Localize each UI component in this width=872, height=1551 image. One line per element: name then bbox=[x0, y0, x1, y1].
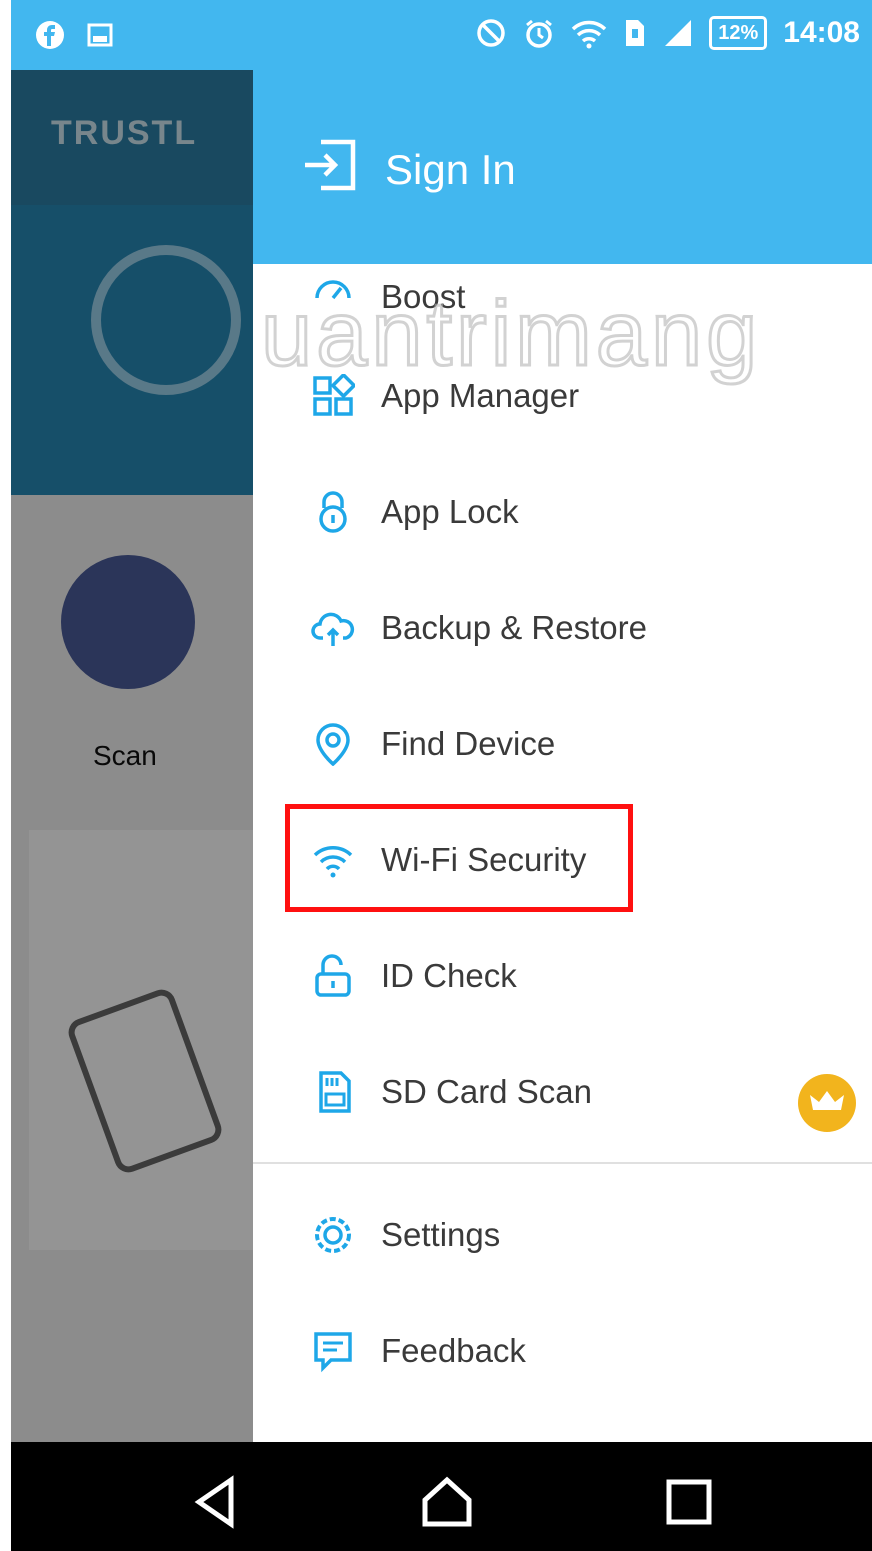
do-not-disturb-icon bbox=[477, 19, 505, 47]
menu-item-label: Find Device bbox=[381, 725, 556, 762]
menu-item-label: SD Card Scan bbox=[381, 1073, 592, 1110]
clock: 14:08 bbox=[783, 16, 860, 49]
alarm-icon bbox=[526, 19, 553, 48]
wifi-status-icon bbox=[572, 20, 607, 49]
menu-item-backup-restore[interactable]: Backup & Restore bbox=[253, 570, 872, 686]
battery-indicator: 12% bbox=[709, 16, 768, 50]
message-icon bbox=[314, 1332, 352, 1373]
menu-item-id-check[interactable]: ID Check bbox=[253, 918, 872, 1034]
sign-in-icon bbox=[305, 139, 356, 191]
watermark: uantrimang bbox=[259, 282, 762, 387]
sign-in-label: Sign In bbox=[385, 146, 516, 193]
menu-item-label: Backup & Restore bbox=[381, 609, 647, 646]
home-icon[interactable] bbox=[417, 1472, 477, 1532]
menu-divider bbox=[253, 1162, 872, 1164]
navigation-drawer: Sign In Boost App Manager App Lock Backu… bbox=[253, 70, 872, 1442]
menu-item-settings[interactable]: Settings bbox=[253, 1177, 872, 1293]
menu-item-label: ID Check bbox=[381, 957, 517, 994]
gear-icon bbox=[315, 1217, 351, 1253]
crown-icon bbox=[798, 1073, 856, 1132]
drawer-scrim[interactable] bbox=[11, 70, 253, 1442]
menu-item-label: Feedback bbox=[381, 1332, 526, 1369]
menu-item-app-lock[interactable]: App Lock bbox=[253, 454, 872, 570]
navigation-bar bbox=[11, 1442, 872, 1551]
drawer-header[interactable]: Sign In bbox=[253, 70, 872, 264]
image-icon bbox=[87, 23, 113, 47]
menu-item-label: App Lock bbox=[381, 493, 519, 530]
menu-item-find-device[interactable]: Find Device bbox=[253, 686, 872, 802]
open-lock-icon bbox=[315, 954, 351, 997]
menu-item-feedback[interactable]: Feedback bbox=[253, 1293, 872, 1409]
cloud-sync-icon bbox=[311, 612, 355, 646]
menu-item-label: Settings bbox=[381, 1216, 501, 1253]
location-pin-icon bbox=[316, 723, 350, 766]
sim-card-icon bbox=[626, 20, 645, 46]
back-icon[interactable] bbox=[187, 1472, 247, 1532]
menu-item-sd-card-scan[interactable]: SD Card Scan bbox=[253, 1034, 872, 1150]
facebook-icon bbox=[36, 21, 64, 49]
signal-icon bbox=[665, 20, 692, 46]
recent-apps-icon[interactable] bbox=[659, 1472, 719, 1532]
status-bar: 12% 14:08 bbox=[11, 0, 872, 70]
highlight-box bbox=[285, 804, 633, 912]
sd-card-icon bbox=[319, 1071, 351, 1113]
lock-icon bbox=[319, 491, 347, 533]
